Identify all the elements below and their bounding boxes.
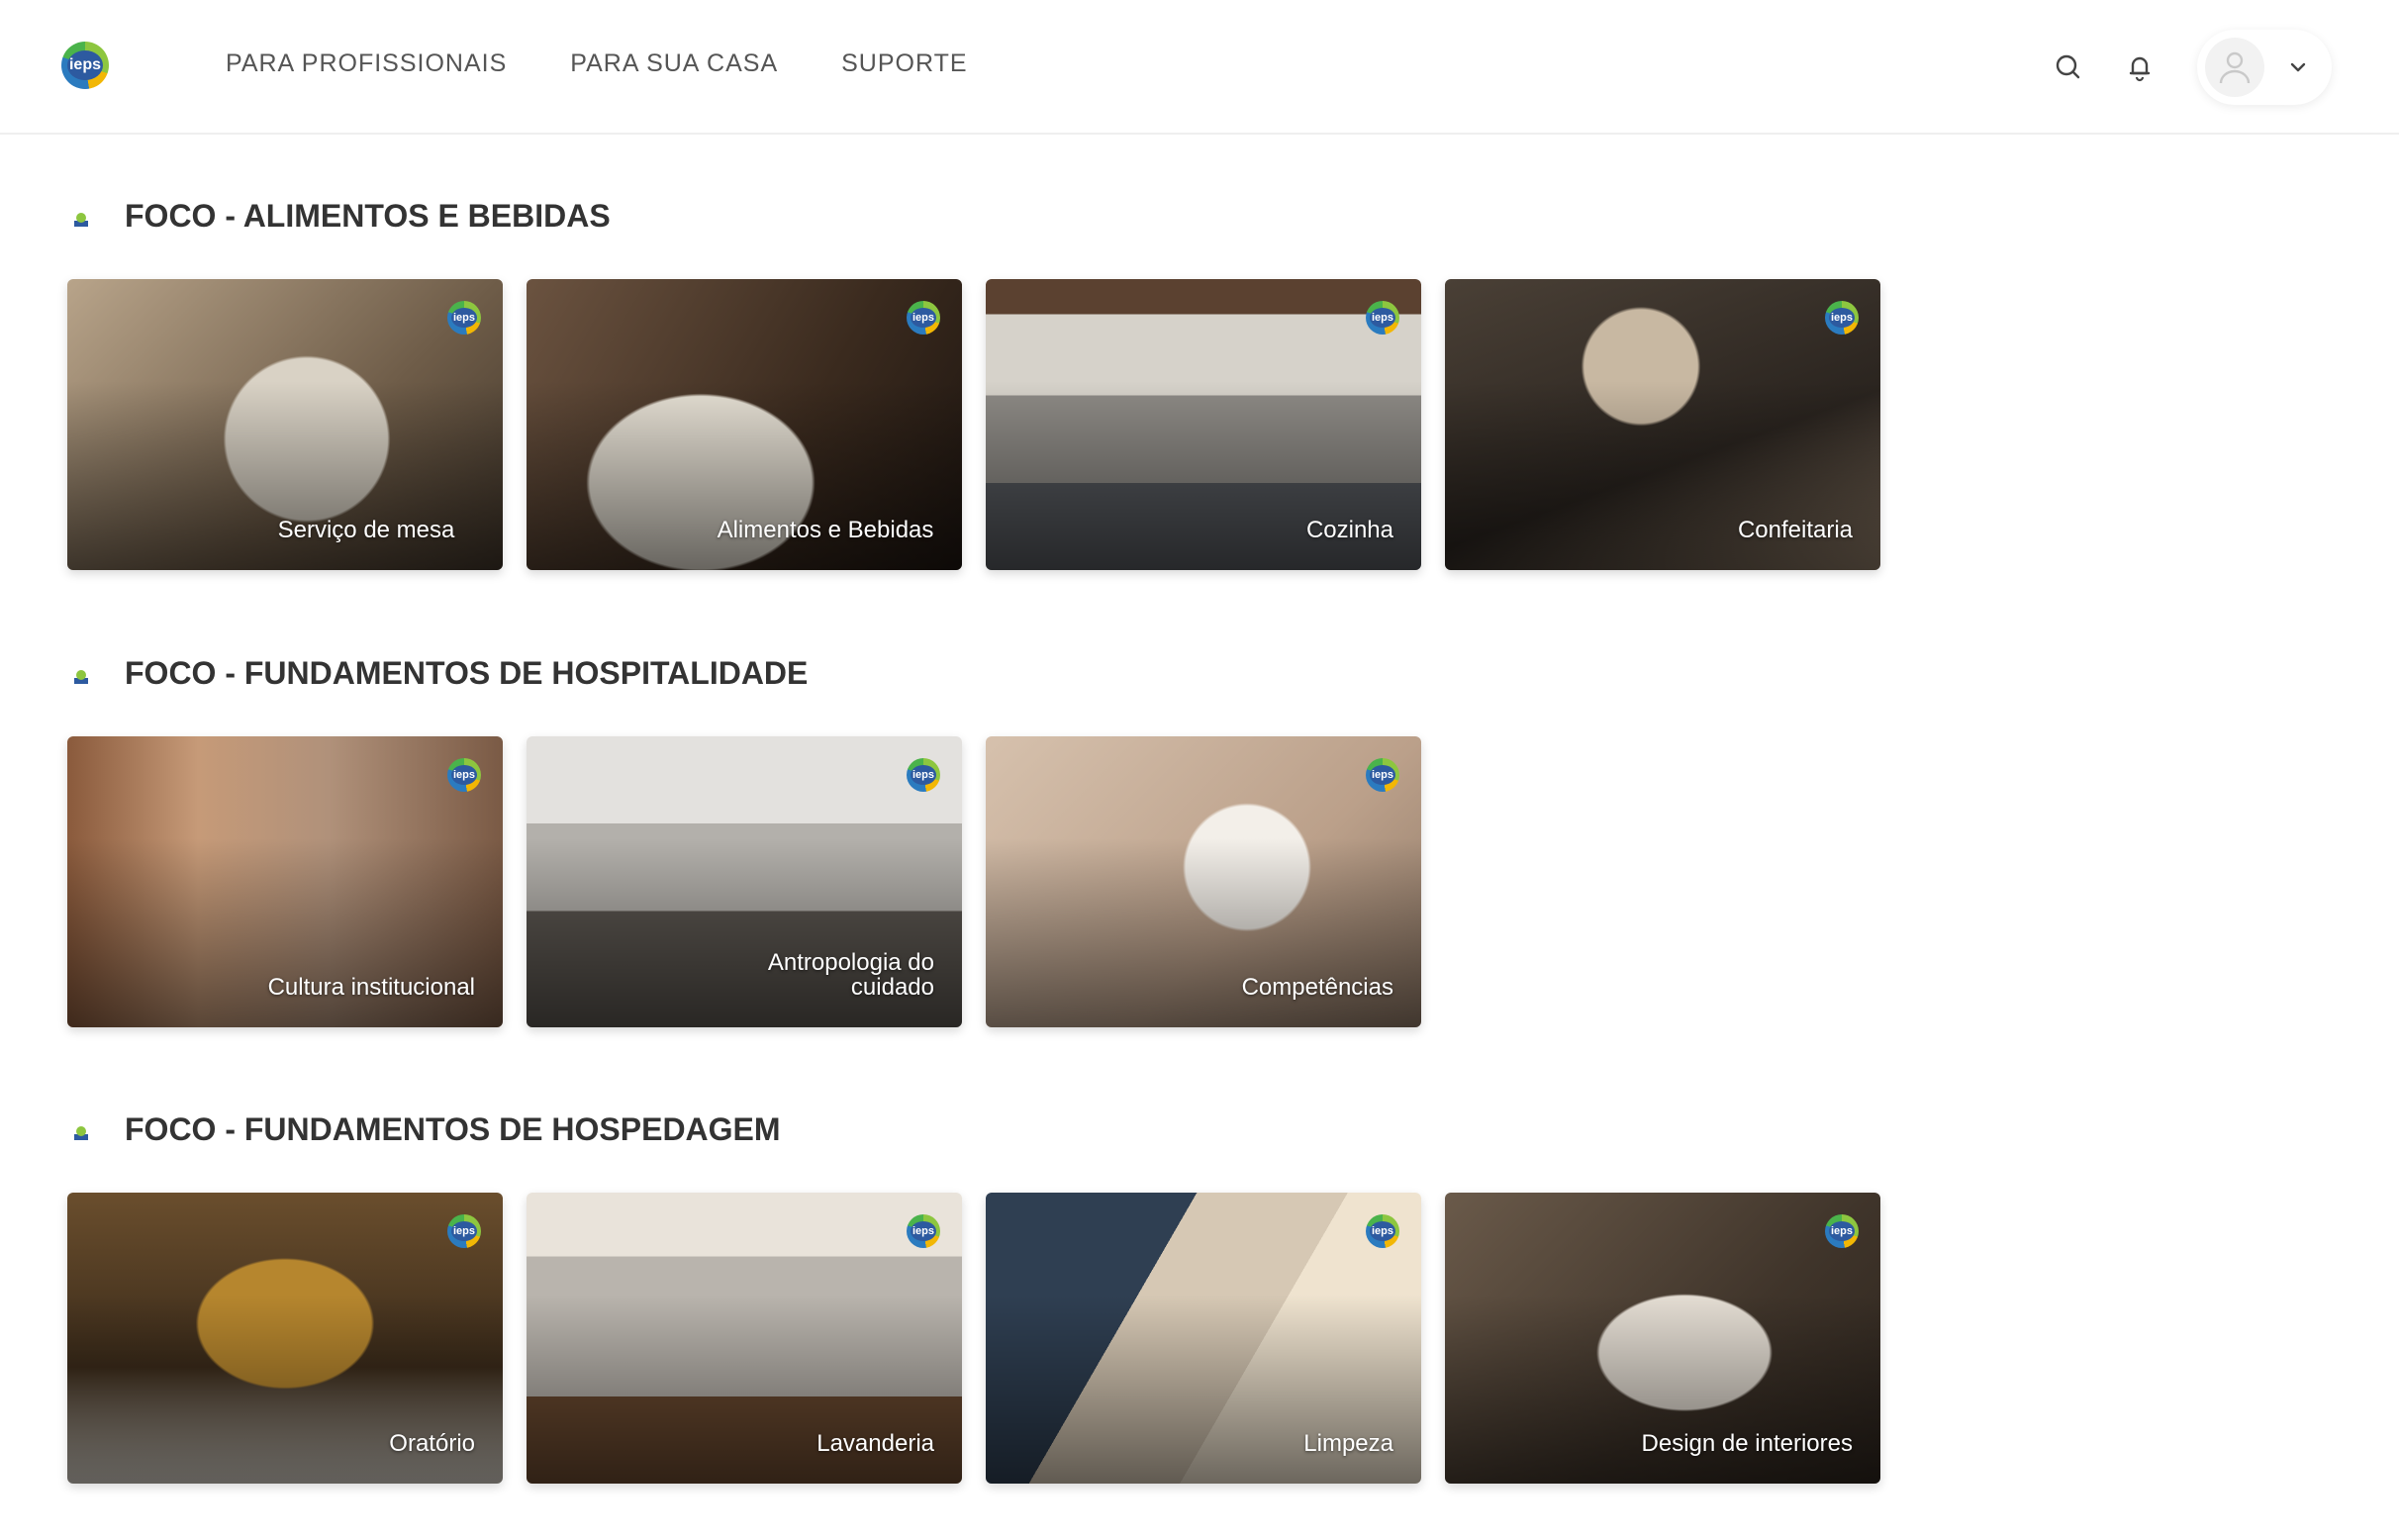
course-card-lavanderia[interactable]: ieps Lavanderia: [527, 1193, 962, 1484]
card-label: Lavanderia: [816, 1430, 934, 1457]
search-icon[interactable]: [2049, 48, 2088, 87]
ieps-badge-icon: ieps: [447, 1214, 481, 1248]
course-card-design-de-interiores[interactable]: ieps Design de interiores: [1445, 1193, 1880, 1484]
chevron-down-icon: [2290, 62, 2306, 72]
avatar: [2205, 38, 2264, 97]
course-card-alimentos-e-bebidas[interactable]: ieps Alimentos e Bebidas: [527, 279, 962, 570]
card-label: Oratório: [389, 1430, 475, 1457]
card-label: Cultura institucional: [267, 974, 475, 1001]
course-card-oratorio[interactable]: ieps Oratório: [67, 1193, 503, 1484]
card-row: ieps Cultura institucional ieps Antropolog…: [67, 736, 1421, 1027]
card-label: Cozinha: [1305, 517, 1393, 543]
course-card-cozinha[interactable]: ieps Cozinha: [986, 279, 1421, 570]
nav-para-sua-casa[interactable]: PARA SUA CASA: [570, 49, 778, 78]
course-card-cultura-institucional[interactable]: ieps Cultura institucional: [67, 736, 503, 1027]
card-label: Serviço de mesa: [277, 517, 455, 543]
card-row: ieps Serviço de mesa ieps Alimentos e Bebi…: [67, 279, 1880, 570]
course-card-servico-de-mesa[interactable]: ieps Serviço de mesa: [67, 279, 503, 570]
card-label: Alimentos e Bebidas: [717, 517, 934, 543]
ieps-badge-icon: ieps: [447, 301, 481, 335]
card-label: Antropologia do cuidado: [767, 949, 934, 1001]
course-card-limpeza[interactable]: ieps Limpeza: [986, 1193, 1421, 1484]
course-card-confeitaria[interactable]: ieps Confeitaria: [1445, 279, 1880, 570]
card-row: ieps Oratório ieps Lavanderia ieps Limpeza …: [67, 1193, 1880, 1484]
logo-text: ieps: [67, 50, 103, 80]
ieps-badge-icon: ieps: [907, 758, 940, 792]
ieps-badge-icon: ieps: [907, 301, 940, 335]
course-card-competencias[interactable]: ieps Competências: [986, 736, 1421, 1027]
nav-suporte[interactable]: SUPORTE: [841, 49, 967, 78]
ieps-badge-icon: ieps: [1366, 758, 1399, 792]
user-menu[interactable]: [2197, 30, 2332, 105]
user-icon: [2219, 51, 2251, 84]
section-title: FOCO - ALIMENTOS E BEBIDAS: [125, 198, 611, 234]
ieps-logo[interactable]: ieps: [61, 42, 109, 89]
ieps-badge-icon: ieps: [1825, 1214, 1859, 1248]
section-logo-icon: [74, 1126, 88, 1140]
course-card-antropologia-do-cuidado[interactable]: ieps Antropologia do cuidado: [527, 736, 962, 1027]
ieps-badge-icon: ieps: [1825, 301, 1859, 335]
bell-icon[interactable]: [2120, 48, 2159, 87]
ieps-badge-icon: ieps: [1366, 1214, 1399, 1248]
card-label: Design de interiores: [1641, 1430, 1853, 1457]
card-label: Limpeza: [1303, 1430, 1393, 1457]
card-label: Confeitaria: [1737, 517, 1853, 543]
top-navigation-bar: ieps PARA PROFISSIONAIS PARA SUA CASA SU…: [0, 0, 2399, 135]
ieps-badge-icon: ieps: [447, 758, 481, 792]
ieps-badge-icon: ieps: [1366, 301, 1399, 335]
section-title: FOCO - FUNDAMENTOS DE HOSPITALIDADE: [125, 655, 809, 691]
section-title: FOCO - FUNDAMENTOS DE HOSPEDAGEM: [125, 1111, 781, 1147]
main-nav: PARA PROFISSIONAIS PARA SUA CASA SUPORTE: [226, 49, 968, 78]
nav-para-profissionais[interactable]: PARA PROFISSIONAIS: [226, 49, 507, 78]
section-logo-icon: [74, 670, 88, 684]
card-label: Competências: [1241, 974, 1393, 1001]
ieps-badge-icon: ieps: [907, 1214, 940, 1248]
section-logo-icon: [74, 213, 88, 227]
